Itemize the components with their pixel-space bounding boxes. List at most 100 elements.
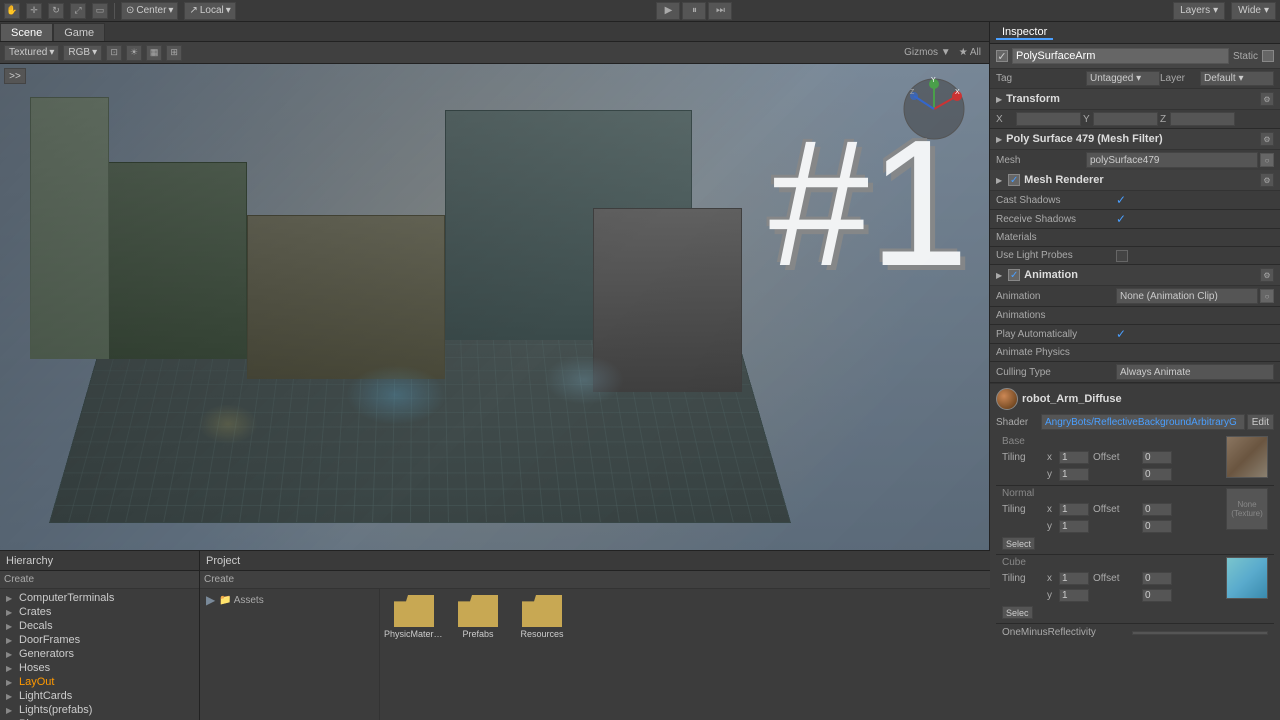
animation-clip-value: None (Animation Clip)	[1120, 291, 1218, 302]
static-label: Static	[1233, 51, 1258, 62]
scale-tool[interactable]: ⤢	[70, 3, 86, 19]
culling-type-select[interactable]: Always Animate	[1116, 364, 1274, 380]
layer-value[interactable]: Default ▾	[1200, 71, 1274, 86]
animations-row: Animations	[990, 307, 1280, 325]
move-tool[interactable]: ✛	[26, 3, 42, 19]
tiling-values: x Offset	[1047, 451, 1172, 464]
receive-shadows-check[interactable]: ✓	[1116, 212, 1126, 226]
tab-scene[interactable]: Scene	[0, 23, 53, 41]
project-create-label[interactable]: Create	[204, 574, 234, 585]
scene-tool-3[interactable]: ▦	[146, 45, 162, 61]
svg-text:X: X	[955, 89, 960, 96]
cube-offset-x-input[interactable]	[1142, 572, 1172, 585]
normal-tiling-y-input[interactable]	[1059, 520, 1089, 533]
layers-dropdown[interactable]: Layers ▾	[1173, 2, 1225, 20]
scene-tool-4[interactable]: ⊞	[166, 45, 182, 61]
gizmos-label[interactable]: Gizmos ▼	[904, 47, 951, 58]
transform-options: ⚙	[1260, 92, 1274, 106]
mesh-filter-section-header[interactable]: ▶ Poly Surface 479 (Mesh Filter) ⚙	[990, 129, 1280, 150]
hierarchy-create-label[interactable]: Create	[4, 574, 34, 585]
pos-z-input[interactable]: 1083	[1170, 112, 1235, 126]
animation-section-header[interactable]: ▶ ✓ Animation ⚙	[990, 265, 1280, 286]
pos-x-input[interactable]: 01	[1016, 112, 1081, 126]
layout-dropdown[interactable]: Wide ▾	[1231, 2, 1276, 20]
transform-section-header[interactable]: ▶ Transform ⚙	[990, 89, 1280, 110]
asset-prefabs[interactable]: Prefabs	[448, 593, 508, 641]
normal-tiling-label: Tiling	[1002, 504, 1047, 515]
render-mode-label: Textured	[9, 47, 47, 58]
hierarchy-item-decals[interactable]: ▶ Decals	[0, 619, 199, 633]
mesh-select-btn[interactable]: ○	[1260, 153, 1274, 167]
pause-button[interactable]: ⏸	[682, 2, 706, 20]
animation-label: Animation	[996, 291, 1116, 302]
render-mode-dropdown[interactable]: Textured ▾	[4, 45, 59, 61]
scene-tool-1[interactable]: ⊡	[106, 45, 122, 61]
static-checkbox[interactable]	[1262, 50, 1274, 62]
hierarchy-item-lightcards[interactable]: ▶ LightCards	[0, 689, 199, 703]
mesh-label: Mesh	[996, 155, 1086, 166]
cube-y-values: y	[1047, 589, 1172, 602]
cube-select-btn[interactable]: Selec	[1002, 606, 1033, 619]
hierarchy-item-generators[interactable]: ▶ Generators	[0, 647, 199, 661]
hierarchy-item-lights[interactable]: ▶ Lights(prefabs)	[0, 703, 199, 717]
cube-tiling-y-input[interactable]	[1059, 589, 1089, 602]
project-assets: PhysicMaterials Prefabs Resources	[380, 589, 990, 720]
expand-arrow: ▶	[6, 650, 16, 659]
hierarchy-item-doorframes[interactable]: ▶ DoorFrames	[0, 633, 199, 647]
offset-x-input[interactable]	[1142, 451, 1172, 464]
play-auto-check[interactable]: ✓	[1116, 327, 1126, 341]
animation-select-btn[interactable]: ○	[1260, 289, 1274, 303]
hierarchy-item-hoses[interactable]: ▶ Hoses	[0, 661, 199, 675]
base-texture-thumb[interactable]	[1226, 436, 1268, 478]
light-probes-checkbox[interactable]	[1116, 250, 1128, 262]
expand-panel-button[interactable]: >>	[4, 68, 26, 84]
normal-texture-container: None(Texture) Normal Tiling x Offset	[1002, 488, 1268, 552]
hand-tool[interactable]: ✋	[4, 3, 20, 19]
animation-checkbox[interactable]: ✓	[1008, 269, 1020, 281]
transform-settings-btn[interactable]: ⚙	[1260, 92, 1274, 106]
reflectivity-slider[interactable]	[1132, 631, 1268, 635]
normal-select-btn[interactable]: Select	[1002, 537, 1035, 550]
edit-shader-btn[interactable]: Edit	[1247, 414, 1274, 430]
scene-tool-2[interactable]: ☀	[126, 45, 142, 61]
hierarchy-item-crates[interactable]: ▶ Crates	[0, 605, 199, 619]
normal-tiling-x-input[interactable]	[1059, 503, 1089, 516]
pivot-dropdown[interactable]: ⊙ Center ▾	[121, 2, 178, 20]
hierarchy-item-computer-terminals[interactable]: ▶ ComputerTerminals	[0, 591, 199, 605]
mesh-filter-settings-btn[interactable]: ⚙	[1260, 132, 1274, 146]
normal-offset-x-input[interactable]	[1142, 503, 1172, 516]
cube-tiling-x-input[interactable]	[1059, 572, 1089, 585]
tiling-y-input[interactable]	[1059, 468, 1089, 481]
tab-inspector[interactable]: Inspector	[996, 26, 1053, 40]
hierarchy-item-layout[interactable]: ▶ LayOut	[0, 675, 199, 689]
asset-resources[interactable]: Resources	[512, 593, 572, 641]
shader-value[interactable]: AngryBots/ReflectiveBackgroundArbitraryG	[1041, 414, 1245, 430]
mesh-renderer-section-header[interactable]: ▶ ✓ Mesh Renderer ⚙	[990, 170, 1280, 191]
space-dropdown[interactable]: ↗ Local ▾	[184, 2, 235, 20]
animation-options: ⚙	[1260, 268, 1274, 282]
mesh-renderer-settings-btn[interactable]: ⚙	[1260, 173, 1274, 187]
pos-y-input[interactable]: -3.376257	[1093, 112, 1158, 126]
cube-texture-thumb[interactable]	[1226, 557, 1268, 599]
offset-y-input[interactable]	[1142, 468, 1172, 481]
rotate-tool[interactable]: ↻	[48, 3, 64, 19]
tiling-x-input[interactable]	[1059, 451, 1089, 464]
tag-value[interactable]: Untagged ▾	[1086, 71, 1160, 86]
cast-shadows-check[interactable]: ✓	[1116, 193, 1126, 207]
step-button[interactable]: ⏭	[708, 2, 732, 20]
hierarchy-item-label: Generators	[19, 648, 74, 660]
tab-game[interactable]: Game	[53, 23, 105, 41]
object-active-checkbox[interactable]: ✓	[996, 50, 1008, 62]
asset-physic-materials[interactable]: PhysicMaterials	[384, 593, 444, 641]
mesh-renderer-checkbox[interactable]: ✓	[1008, 174, 1020, 186]
rect-tool[interactable]: ▭	[92, 3, 108, 19]
animation-settings-btn[interactable]: ⚙	[1260, 268, 1274, 282]
play-button[interactable]: ▶	[656, 2, 680, 20]
all-label[interactable]: ★ All	[959, 47, 981, 58]
animation-clip-select[interactable]: None (Animation Clip)	[1116, 288, 1258, 304]
normal-offset-y-input[interactable]	[1142, 520, 1172, 533]
cube-offset-y-input[interactable]	[1142, 589, 1172, 602]
object-name-input[interactable]	[1012, 48, 1229, 64]
color-mode-dropdown[interactable]: RGB ▾	[63, 45, 102, 61]
normal-texture-none[interactable]: None(Texture)	[1226, 488, 1268, 530]
